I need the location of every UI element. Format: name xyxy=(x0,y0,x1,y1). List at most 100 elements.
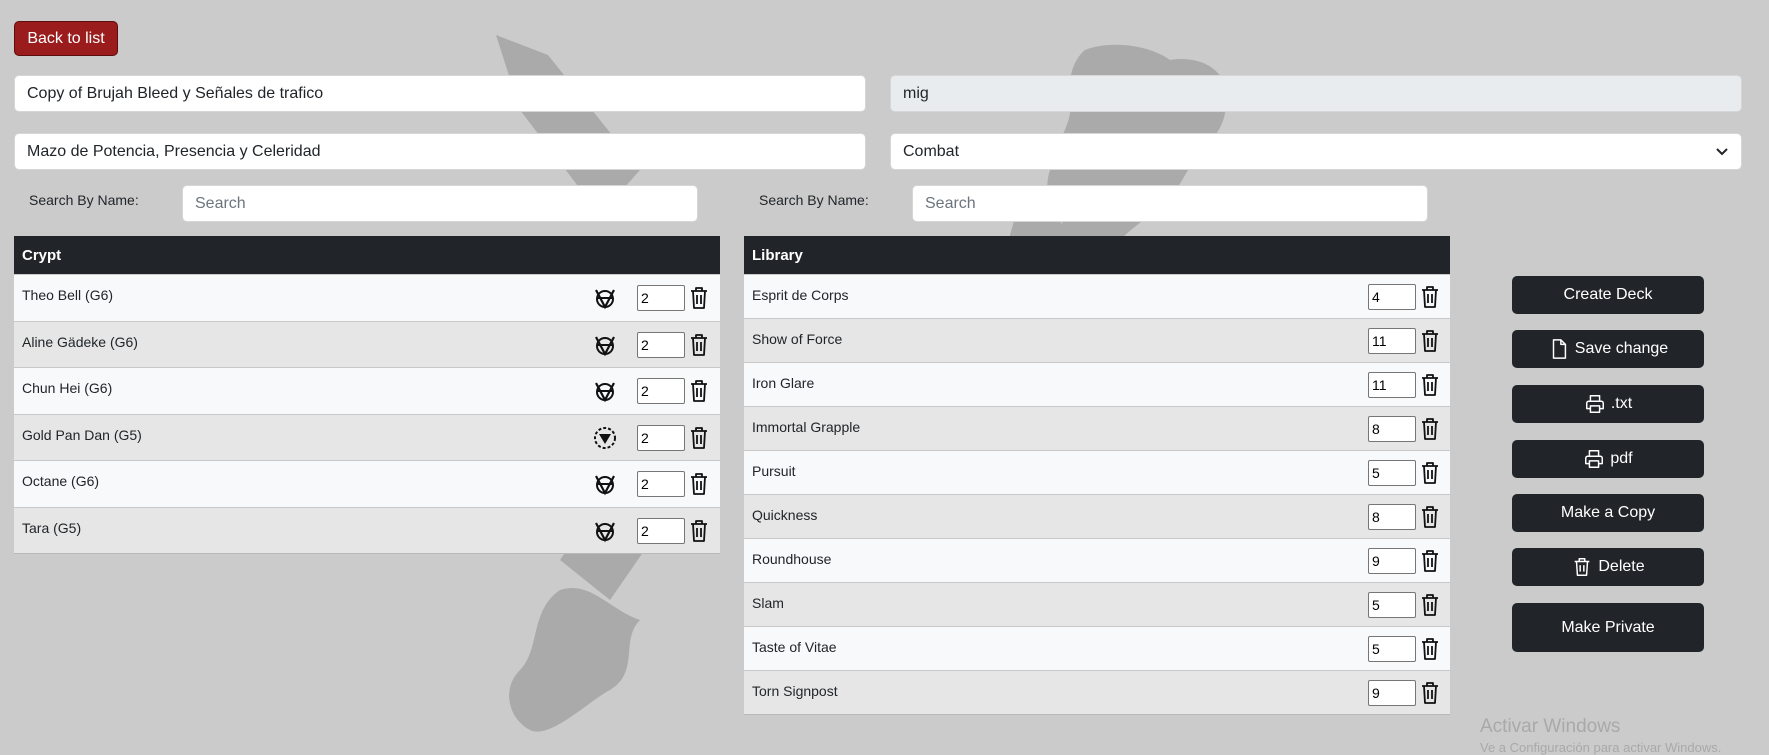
crypt-quantity-input[interactable] xyxy=(637,378,685,404)
save-change-button[interactable]: Save change xyxy=(1512,330,1704,368)
library-row: Quickness xyxy=(744,494,1450,538)
library-row: Show of Force xyxy=(744,318,1450,362)
delete-deck-button[interactable]: Delete xyxy=(1512,548,1704,586)
library-quantity-input[interactable] xyxy=(1368,372,1416,398)
crypt-row: Octane (G6) xyxy=(14,460,720,507)
library-quantity-input[interactable] xyxy=(1368,328,1416,354)
trash-icon[interactable] xyxy=(689,519,709,543)
trash-icon[interactable] xyxy=(1420,549,1440,573)
make-private-button[interactable]: Make Private xyxy=(1512,603,1704,652)
trash-icon[interactable] xyxy=(689,286,709,310)
export-txt-label: .txt xyxy=(1610,395,1633,412)
brujah-antitribu-icon xyxy=(595,382,615,403)
deck-author-input: mig xyxy=(890,75,1742,112)
trash-icon[interactable] xyxy=(689,333,709,357)
file-icon xyxy=(1552,339,1566,359)
trash-icon[interactable] xyxy=(1420,681,1440,705)
library-row: Taste of Vitae xyxy=(744,626,1450,670)
trash-icon[interactable] xyxy=(1420,593,1440,617)
export-pdf-label: pdf xyxy=(1610,450,1633,467)
crypt-quantity-input[interactable] xyxy=(637,331,685,358)
library-card-name[interactable]: Torn Signpost xyxy=(752,683,838,699)
printer-icon xyxy=(1585,450,1604,468)
crypt-search-label: Search By Name: xyxy=(29,192,139,208)
crypt-card-name[interactable]: Gold Pan Dan (G5) xyxy=(22,427,142,443)
deck-type-select[interactable]: Combat xyxy=(890,133,1742,170)
library-quantity-input[interactable] xyxy=(1368,284,1416,310)
library-card-name[interactable]: Esprit de Corps xyxy=(752,287,848,303)
library-row: Roundhouse xyxy=(744,538,1450,582)
library-card-name[interactable]: Pursuit xyxy=(752,463,796,479)
trash-icon[interactable] xyxy=(1420,637,1440,661)
crypt-card-name[interactable]: Theo Bell (G6) xyxy=(22,287,113,303)
crypt-row: Gold Pan Dan (G5) xyxy=(14,413,720,460)
printer-icon xyxy=(1585,395,1604,413)
library-quantity-input[interactable] xyxy=(1368,592,1416,618)
save-change-label: Save change xyxy=(1574,340,1669,357)
library-row: Immortal Grapple xyxy=(744,406,1450,450)
library-card-name[interactable]: Roundhouse xyxy=(752,551,831,567)
library-card-name[interactable]: Quickness xyxy=(752,507,817,523)
brujah-antitribu-icon xyxy=(595,521,615,542)
library-card-name[interactable]: Show of Force xyxy=(752,331,842,347)
library-quantity-input[interactable] xyxy=(1368,636,1416,662)
crypt-card-name[interactable]: Octane (G6) xyxy=(22,473,99,489)
crypt-table: Crypt Theo Bell (G6) Aline Gädeke (G6) Chu… xyxy=(14,236,720,554)
trash-icon[interactable] xyxy=(1420,417,1440,441)
library-card-name[interactable]: Slam xyxy=(752,595,784,611)
crypt-quantity-input[interactable] xyxy=(637,424,685,451)
library-search-label: Search By Name: xyxy=(759,192,869,208)
brujah-clan-icon xyxy=(594,426,616,449)
trash-icon[interactable] xyxy=(1420,461,1440,485)
library-card-name[interactable]: Taste of Vitae xyxy=(752,639,837,655)
back-to-list-button[interactable]: Back to list xyxy=(14,21,118,56)
library-quantity-input[interactable] xyxy=(1368,460,1416,486)
crypt-row: Theo Bell (G6) xyxy=(14,274,720,321)
library-search-input[interactable] xyxy=(912,185,1428,222)
trash-icon[interactable] xyxy=(689,379,709,403)
brujah-antitribu-icon xyxy=(595,335,615,356)
crypt-search-input[interactable] xyxy=(182,185,698,222)
crypt-row: Tara (G5) xyxy=(14,506,720,553)
trash-icon[interactable] xyxy=(1420,329,1440,353)
deck-description-input[interactable]: Mazo de Potencia, Presencia y Celeridad xyxy=(14,133,866,170)
windows-activation-subtitle: Ve a Configuración para activar Windows. xyxy=(1480,740,1722,755)
crypt-card-name[interactable]: Tara (G5) xyxy=(22,520,81,536)
crypt-header: Crypt xyxy=(14,236,720,274)
crypt-card-name[interactable]: Chun Hei (G6) xyxy=(22,380,112,396)
export-pdf-button[interactable]: pdf xyxy=(1512,440,1704,478)
trash-icon[interactable] xyxy=(689,426,709,450)
chevron-down-icon xyxy=(1716,147,1728,155)
deck-type-value: Combat xyxy=(903,142,960,160)
deck-name-input[interactable]: Copy of Brujah Bleed y Señales de trafic… xyxy=(14,75,866,112)
create-deck-button[interactable]: Create Deck xyxy=(1512,276,1704,314)
crypt-quantity-input[interactable] xyxy=(637,471,685,497)
library-table: Library Esprit de Corps Show of Force Iron… xyxy=(744,236,1450,715)
create-deck-label: Create Deck xyxy=(1563,286,1653,303)
library-header: Library xyxy=(744,236,1450,274)
library-row: Slam xyxy=(744,582,1450,626)
library-card-name[interactable]: Immortal Grapple xyxy=(752,419,860,435)
make-copy-button[interactable]: Make a Copy xyxy=(1512,494,1704,532)
library-quantity-input[interactable] xyxy=(1368,548,1416,574)
library-row: Pursuit xyxy=(744,450,1450,494)
make-private-label: Make Private xyxy=(1561,618,1655,636)
library-quantity-input[interactable] xyxy=(1368,416,1416,442)
trash-icon[interactable] xyxy=(1420,505,1440,529)
trash-icon[interactable] xyxy=(1420,285,1440,309)
library-quantity-input[interactable] xyxy=(1368,680,1416,706)
trash-icon[interactable] xyxy=(689,472,709,496)
brujah-antitribu-icon xyxy=(595,289,615,310)
export-txt-button[interactable]: .txt xyxy=(1512,385,1704,423)
crypt-card-name[interactable]: Aline Gädeke (G6) xyxy=(22,334,138,350)
crypt-quantity-input[interactable] xyxy=(637,517,685,544)
windows-activation-title: Activar Windows xyxy=(1480,716,1621,737)
trash-icon xyxy=(1575,558,1590,576)
library-row: Esprit de Corps xyxy=(744,274,1450,318)
crypt-row: Chun Hei (G6) xyxy=(14,367,720,414)
library-quantity-input[interactable] xyxy=(1368,504,1416,530)
trash-icon[interactable] xyxy=(1420,373,1440,397)
library-card-name[interactable]: Iron Glare xyxy=(752,375,814,391)
delete-deck-label: Delete xyxy=(1598,558,1645,575)
crypt-quantity-input[interactable] xyxy=(637,285,685,311)
